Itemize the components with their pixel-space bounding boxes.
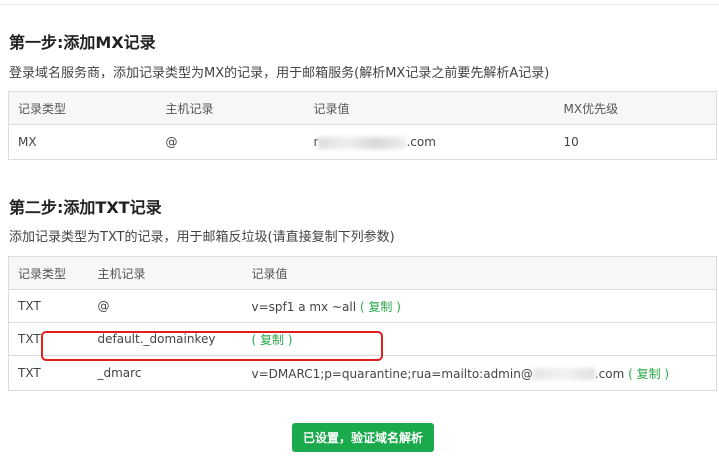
cell-mx-priority: 10 bbox=[554, 124, 717, 160]
value-suffix: .com bbox=[406, 135, 436, 149]
table-row: TXT @ v=spf1 a mx ~all ( 复制 ) bbox=[8, 289, 717, 323]
mx-record-table: 记录类型 主机记录 记录值 MX优先级 MX @ r .com 10 bbox=[8, 91, 717, 160]
header-record-type: 记录类型 bbox=[8, 256, 89, 290]
table-row: MX @ r .com 10 bbox=[8, 124, 717, 160]
highlight-annotation-box bbox=[41, 331, 383, 361]
record-value-text: v=spf1 a mx ~all bbox=[251, 299, 357, 314]
record-value-text: v=DMARC1;p=quarantine;rua=mailto:admin@ bbox=[251, 366, 533, 381]
copy-link[interactable]: ( 复制 ) bbox=[360, 300, 401, 314]
header-host-record: 主机记录 bbox=[88, 256, 243, 290]
header-record-value: 记录值 bbox=[242, 256, 717, 290]
verify-dns-button[interactable]: 已设置，验证域名解析 bbox=[292, 423, 434, 452]
cell-record-type: TXT bbox=[8, 289, 89, 323]
header-record-type: 记录类型 bbox=[8, 91, 157, 125]
redacted-value bbox=[318, 136, 407, 149]
step1-description: 登录域名服务商，添加记录类型为MX的记录，用于邮箱服务(解析MX记录之前要先解析… bbox=[9, 66, 550, 81]
cell-host-record: @ bbox=[88, 289, 243, 323]
step2-description: 添加记录类型为TXT的记录，用于邮箱反垃圾(请直接复制下列参数) bbox=[9, 230, 395, 245]
cell-record-value: r .com bbox=[304, 124, 555, 160]
txt-record-table: 记录类型 主机记录 记录值 TXT @ v=spf1 a mx ~all ( 复… bbox=[8, 256, 717, 391]
header-record-value: 记录值 bbox=[304, 91, 555, 125]
cell-host-record: @ bbox=[156, 124, 305, 160]
copy-link[interactable]: ( 复制 ) bbox=[628, 367, 669, 381]
step1-title: 第一步:添加MX记录 bbox=[9, 33, 156, 52]
cell-record-type: MX bbox=[8, 124, 157, 160]
header-host-record: 主机记录 bbox=[156, 91, 305, 125]
top-divider bbox=[0, 4, 719, 5]
redacted-value bbox=[532, 368, 595, 380]
table-header-row: 记录类型 主机记录 记录值 bbox=[8, 256, 717, 290]
table-header-row: 记录类型 主机记录 记录值 MX优先级 bbox=[8, 91, 717, 125]
step2-title: 第二步:添加TXT记录 bbox=[9, 198, 162, 217]
value-suffix: .com bbox=[594, 366, 625, 381]
header-mx-priority: MX优先级 bbox=[554, 91, 717, 125]
cell-record-value: v=spf1 a mx ~all ( 复制 ) bbox=[242, 289, 717, 323]
